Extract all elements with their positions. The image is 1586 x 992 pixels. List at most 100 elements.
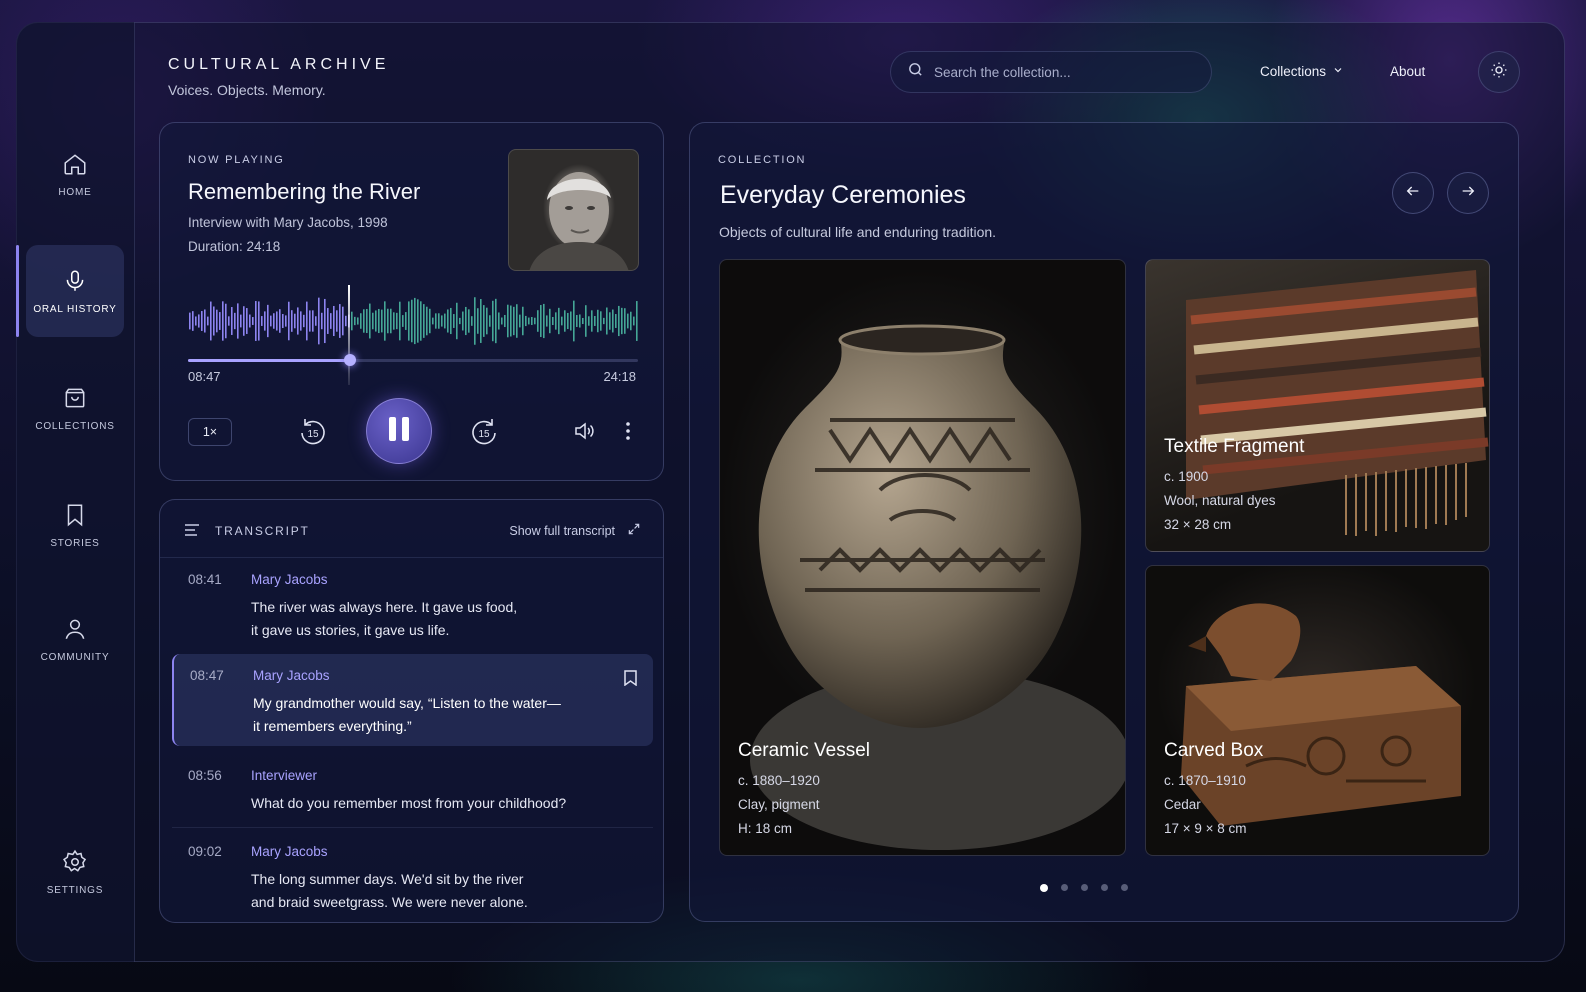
pause-button[interactable] [366, 398, 432, 464]
waveform-bar [603, 317, 605, 325]
waveform-bar [513, 306, 515, 336]
collection-panel: COLLECTION Everyday Ceremonies Objects o… [689, 122, 1519, 922]
progress-knob[interactable] [344, 354, 356, 366]
gear-icon [62, 849, 88, 875]
card-caption: Ceramic Vessel c. 1880–1920 Clay, pigmen… [738, 740, 870, 841]
waveform-bar [627, 313, 629, 329]
collection-card-carved-box[interactable]: Carved Box c. 1870–1910 Cedar 17 × 9 × 8… [1145, 565, 1490, 856]
waveform-bar [369, 303, 371, 339]
waveform-bar [261, 316, 263, 326]
rewind-15-button[interactable]: 15 [293, 412, 333, 452]
next-button[interactable] [1447, 172, 1489, 214]
pagination-dot[interactable] [1040, 884, 1048, 892]
search-input[interactable] [934, 64, 1184, 80]
waveform-bar [474, 297, 476, 345]
collection-title: Everyday Ceremonies [720, 181, 966, 209]
transcript-entry-current[interactable]: 08:47 Mary Jacobs My grandmother would s… [172, 654, 653, 746]
pagination-dot[interactable] [1121, 884, 1128, 891]
waveform-bar [237, 303, 239, 339]
bookmark-icon [62, 502, 88, 528]
waveform-bar [504, 314, 506, 328]
current-time: 08:47 [188, 369, 221, 384]
waveform-bar [555, 312, 557, 330]
waveform-bar [390, 308, 392, 334]
waveform-bar [222, 301, 224, 341]
sidebar-item-home[interactable]: HOME [26, 128, 124, 220]
arrow-left-icon [1405, 183, 1421, 204]
waveform-bar [282, 313, 284, 329]
show-full-transcript-label: Show full transcript [509, 523, 615, 538]
audio-waveform[interactable] [188, 293, 638, 349]
transcript-header: TRANSCRIPT Show full transcript [160, 500, 663, 558]
waveform-bar [591, 310, 593, 332]
waveform-bar [519, 314, 521, 328]
transcript-entry[interactable]: 08:56 Interviewer What do you remember m… [172, 754, 653, 826]
collection-card-textile-fragment[interactable]: Textile Fragment c. 1900 Wool, natural d… [1145, 259, 1490, 552]
sidebar-item-oral-history[interactable]: ORAL HISTORY [26, 245, 124, 337]
sidebar-item-community[interactable]: COMMUNITY [26, 593, 124, 685]
item-name: Carved Box [1164, 740, 1264, 761]
waveform-bar [312, 310, 314, 332]
volume-button[interactable] [568, 419, 600, 447]
waveform-bar [435, 313, 437, 329]
waveform-bar [336, 310, 338, 332]
waveform-bar [306, 301, 308, 341]
waveform-bar [315, 316, 317, 326]
forward-icon: 15 [472, 419, 496, 445]
sidebar-item-collections[interactable]: COLLECTIONS [26, 362, 124, 454]
collections-menu[interactable]: Collections [1260, 64, 1344, 79]
transcript-entry[interactable]: 09:02 Mary Jacobs The long summer days. … [172, 830, 653, 922]
waveform-bar [279, 309, 281, 333]
playhead[interactable] [348, 285, 350, 385]
waveform-bar [381, 309, 383, 333]
track-subtitle: Interview with Mary Jacobs, 1998 [188, 215, 388, 230]
app-tagline: Voices. Objects. Memory. [168, 82, 326, 98]
waveform-bar [300, 311, 302, 331]
bookmark-icon[interactable] [624, 670, 637, 691]
entry-timestamp: 09:02 [188, 844, 222, 859]
more-options-button[interactable] [616, 419, 640, 447]
waveform-bar [195, 316, 197, 326]
pagination-dot[interactable] [1081, 884, 1088, 891]
waveform-bar [606, 307, 608, 335]
waveform-bar [429, 308, 431, 334]
item-date: c. 1880–1920 [738, 773, 820, 788]
about-link[interactable]: About [1390, 64, 1425, 79]
pagination-dot[interactable] [1101, 884, 1108, 891]
waveform-bar [297, 307, 299, 335]
entry-speaker: Mary Jacobs [253, 668, 330, 683]
waveform-bar [318, 297, 320, 345]
playback-speed-button[interactable]: 1× [188, 418, 232, 446]
pagination-dot[interactable] [1061, 884, 1068, 891]
waveform-bar [414, 297, 416, 345]
show-full-transcript-link[interactable]: Show full transcript [509, 522, 641, 539]
entry-text: My grandmother would say, “Listen to the… [253, 695, 561, 734]
forward-15-button[interactable]: 15 [464, 412, 504, 452]
transcript-title: TRANSCRIPT [215, 524, 310, 538]
waveform-bar [339, 304, 341, 338]
sidebar-item-settings[interactable]: SETTINGS [26, 826, 124, 918]
waveform-bar [600, 311, 602, 331]
waveform-bar [405, 312, 407, 330]
waveform-bar [234, 312, 236, 330]
transcript-entry[interactable]: 08:41 Mary Jacobs The river was always h… [172, 558, 653, 650]
search-bar[interactable] [890, 51, 1212, 93]
waveform-bar [372, 312, 374, 330]
collection-card-ceramic-vessel[interactable]: Ceramic Vessel c. 1880–1920 Clay, pigmen… [719, 259, 1126, 856]
waveform-bar [456, 302, 458, 340]
waveform-bar [432, 317, 434, 325]
waveform-bar [198, 314, 200, 328]
carousel-pagination [1040, 884, 1128, 892]
item-date: c. 1870–1910 [1164, 773, 1246, 788]
theme-toggle-button[interactable] [1478, 51, 1520, 93]
waveform-bar [345, 315, 347, 327]
waveform-bar [411, 299, 413, 343]
progress-bar[interactable] [188, 354, 638, 366]
item-date: c. 1900 [1164, 469, 1209, 484]
sidebar-item-stories[interactable]: STORIES [26, 479, 124, 571]
waveform-bar [240, 314, 242, 328]
previous-button[interactable] [1392, 172, 1434, 214]
rewind-seconds: 15 [307, 429, 319, 440]
waveform-bar [507, 304, 509, 338]
waveform-bar [387, 308, 389, 334]
